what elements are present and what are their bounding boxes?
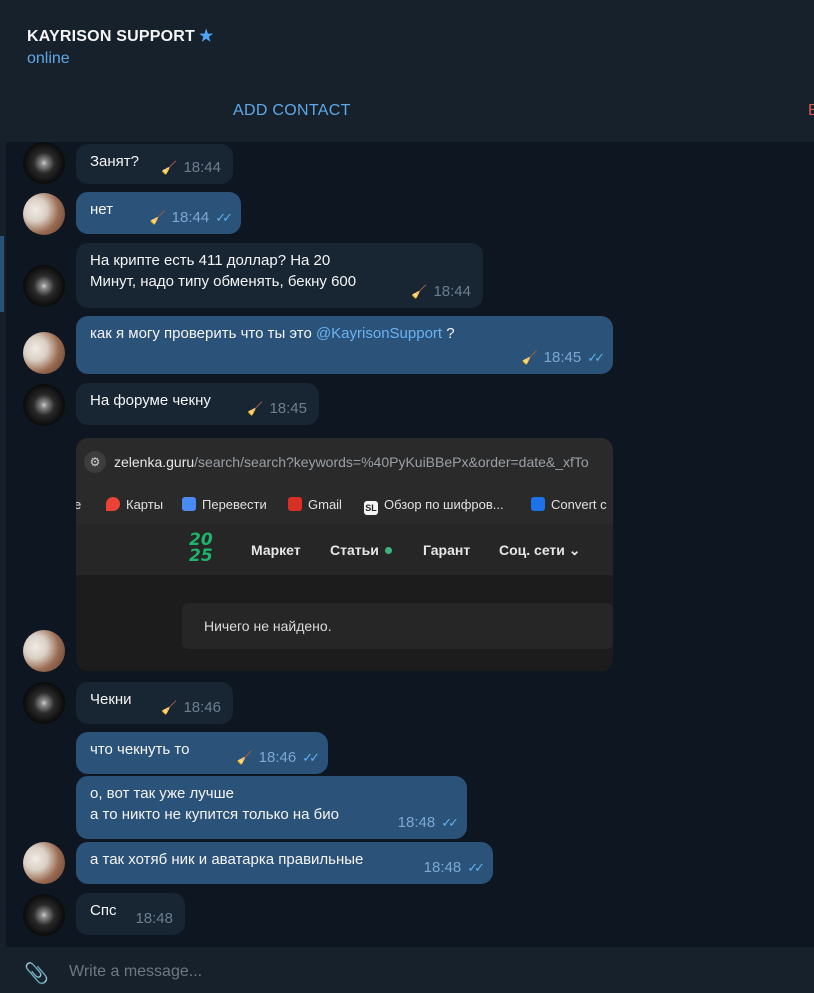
message-bubble[interactable]: Занят? 🧹 18:44 — [76, 144, 233, 184]
chat-header: KAYRISON SUPPORT ★ online ADD CONTACT B — [0, 12, 814, 143]
message-bubble[interactable]: На крипте есть 411 доллар? На 20 Минут, … — [76, 243, 483, 308]
message-time: 18:46 — [258, 749, 297, 766]
message-text-part: как я могу проверить что ты это — [90, 325, 316, 342]
message-list[interactable]: Занят? 🧹 18:44 нет 🧹 18:44 ✓✓ На крипте ест… — [6, 142, 814, 947]
message-time: 18:48 — [135, 910, 173, 927]
bookmark: Convert c — [531, 497, 607, 512]
bookmark: е — [76, 497, 82, 512]
nav-item: Гарант — [423, 542, 471, 558]
message-text-part: ? — [442, 325, 455, 342]
message-text: а так хотяб ник и аватарка правильные — [90, 851, 364, 868]
mention-link[interactable]: @KayrisonSupport — [316, 325, 442, 342]
message-time: 18:45 — [543, 349, 582, 366]
avatar[interactable] — [23, 894, 65, 936]
broom-icon: 🧹 — [521, 350, 538, 365]
bookmark: SL Обзор по шифров... — [364, 497, 504, 515]
message-time: 18:44 — [183, 159, 221, 176]
attach-icon[interactable]: 📎 — [24, 961, 49, 985]
avatar[interactable] — [23, 682, 65, 724]
browser-address-bar: ⚙ zelenka.guru/search/search?keywords=%4… — [76, 438, 613, 486]
double-check-icon: ✓✓ — [441, 815, 459, 830]
bookmarks-bar: е Карты Перевести Gmail SL Обзор по шифро… — [76, 486, 613, 525]
message-bubble[interactable]: Чекни 🧹 18:46 — [76, 682, 233, 724]
avatar[interactable] — [23, 193, 65, 235]
search-result-card: Ничего не найдено. — [182, 603, 613, 649]
message-time: 18:48 — [423, 859, 462, 876]
avatar[interactable] — [23, 142, 65, 184]
nav-item: Соц. сети ⌄ — [499, 542, 581, 559]
url-host: zelenka.guru — [114, 454, 195, 470]
broom-icon: 🧹 — [411, 284, 428, 299]
nav-item: Статьи — [330, 542, 392, 558]
site-logo: 20 25 — [189, 530, 213, 566]
chat-status: online — [27, 50, 70, 67]
chat-title[interactable]: KAYRISON SUPPORT ★ — [27, 26, 214, 46]
double-check-icon: ✓✓ — [587, 350, 605, 365]
verified-star-icon: ★ — [198, 28, 214, 45]
url-path: /search/search?keywords=%40PyKuiBBePx&or… — [194, 454, 589, 470]
bookmark-label: Обзор по шифров... — [384, 497, 504, 512]
photo-message[interactable]: ⚙ zelenka.guru/search/search?keywords=%4… — [76, 438, 613, 671]
double-check-icon: ✓✓ — [302, 750, 320, 765]
message-bubble[interactable]: а так хотяб ник и аватарка правильные 18… — [76, 842, 493, 884]
bookmark-label: Карты — [126, 497, 164, 512]
message-bubble[interactable]: Спс 18:48 — [76, 893, 185, 935]
message-bubble[interactable]: что чекнуть то 🧹 18:46 ✓✓ — [76, 732, 328, 774]
bookmark-label: Convert c — [551, 497, 607, 512]
bookmark: Карты — [106, 497, 163, 512]
avatar[interactable] — [23, 265, 65, 307]
message-time: 18:46 — [183, 699, 221, 716]
bookmark: Gmail — [288, 497, 342, 512]
browser-url: zelenka.guru/search/search?keywords=%40P… — [114, 454, 589, 470]
nav-item-label: Соц. сети — [499, 542, 565, 558]
gmail-icon — [288, 497, 302, 511]
bookmark-label: Перевести — [202, 497, 267, 512]
message-input[interactable] — [69, 963, 769, 981]
avatar[interactable] — [23, 630, 65, 672]
message-bubble[interactable]: о, вот так уже лучше а то никто не купит… — [76, 776, 467, 839]
message-time: 18:44 — [171, 209, 210, 226]
message-composer: 📎 — [0, 947, 814, 993]
bookmark-label: Gmail — [308, 497, 342, 512]
translate-icon — [182, 497, 196, 511]
message-time: 18:45 — [269, 400, 307, 417]
broom-icon: 🧹 — [149, 210, 166, 225]
message-bubble[interactable]: нет 🧹 18:44 ✓✓ — [76, 192, 241, 234]
site-settings-icon: ⚙ — [84, 451, 106, 473]
top-strip — [0, 0, 814, 12]
header-edge-button[interactable]: B — [808, 102, 814, 120]
message-text: как я могу проверить что ты это @Kayriso… — [90, 323, 599, 344]
convert-icon — [531, 497, 545, 511]
message-time: 18:48 — [397, 814, 436, 831]
avatar[interactable] — [23, 332, 65, 374]
broom-icon: 🧹 — [161, 160, 178, 175]
empty-result-text: Ничего не найдено. — [204, 618, 332, 634]
avatar[interactable] — [23, 384, 65, 426]
nav-item: Маркет — [251, 542, 301, 558]
broom-icon: 🧹 — [236, 750, 253, 765]
sl-icon: SL — [364, 501, 378, 515]
nav-item-label: Статьи — [330, 542, 379, 558]
maps-icon — [106, 497, 120, 511]
broom-icon: 🧹 — [247, 401, 264, 416]
chevron-down-icon: ⌄ — [568, 542, 581, 558]
message-bubble[interactable]: На форуме чекну 🧹 18:45 — [76, 383, 319, 425]
broom-icon: 🧹 — [161, 700, 178, 715]
add-contact-button[interactable]: ADD CONTACT — [233, 102, 351, 120]
bookmark: Перевести — [182, 497, 267, 512]
active-chat-indicator — [0, 236, 4, 312]
chat-title-text: KAYRISON SUPPORT — [27, 28, 195, 45]
message-bubble[interactable]: как я могу проверить что ты это @Kayriso… — [76, 316, 613, 374]
message-time: 18:44 — [433, 283, 471, 300]
site-content: Ничего не найдено. — [76, 575, 613, 671]
site-nav: 20 25 Маркет Статьи Гарант Соц. сети ⌄ — [76, 524, 613, 575]
avatar[interactable] — [23, 842, 65, 884]
double-check-icon: ✓✓ — [215, 210, 233, 225]
double-check-icon: ✓✓ — [467, 860, 485, 875]
status-dot-icon — [384, 547, 392, 554]
